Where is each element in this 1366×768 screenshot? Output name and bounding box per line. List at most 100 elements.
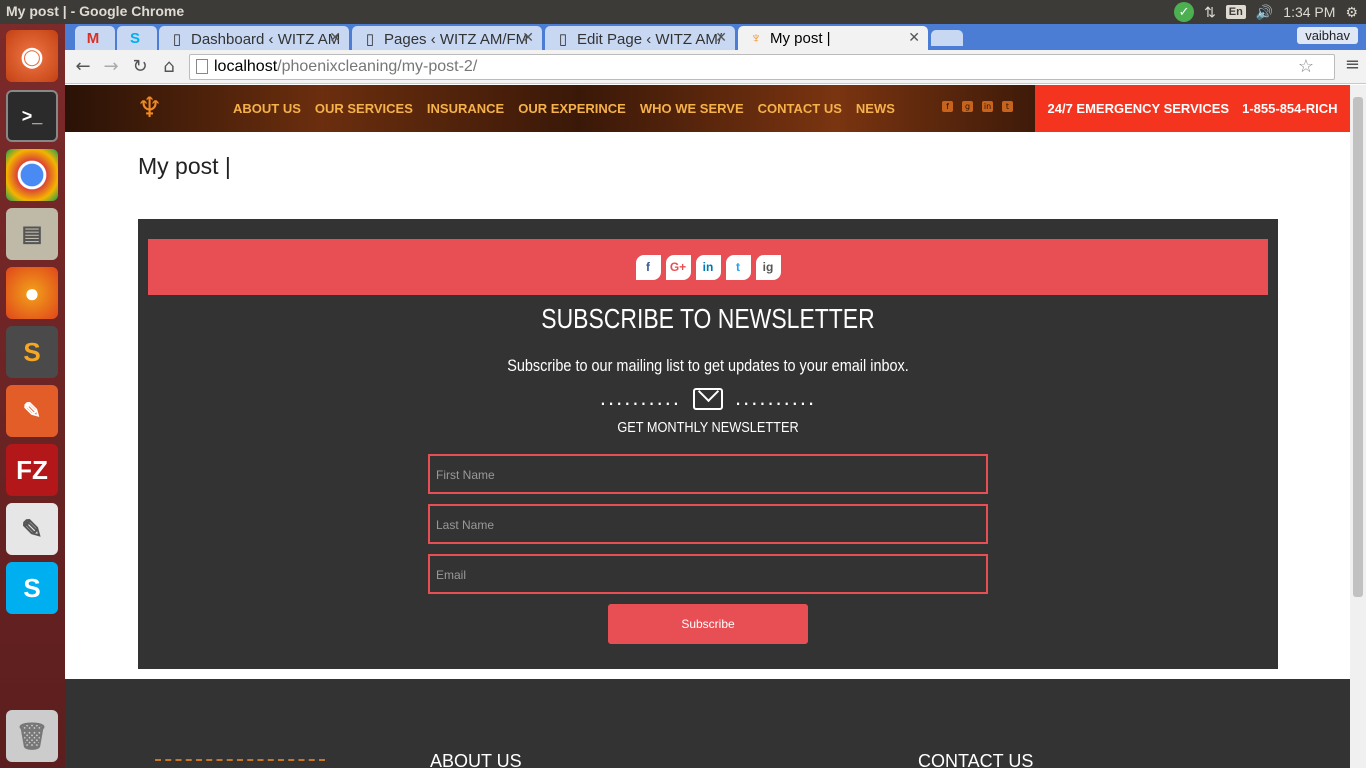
- new-tab-button[interactable]: [931, 30, 963, 46]
- tab-my-post[interactable]: ♆ My post | ✕: [738, 26, 928, 50]
- newsletter-heading: SUBSCRIBE TO NEWSLETTER: [541, 303, 875, 334]
- tab-label: Pages ‹ WITZ AM/FM: [384, 31, 529, 48]
- scrollbar-thumb[interactable]: [1353, 97, 1363, 597]
- nav-contact-us[interactable]: CONTACT US: [758, 101, 842, 116]
- system-tray: ✓ ⇅ En 🔊 1:34 PM ⚙: [1174, 0, 1366, 24]
- sublime-text-icon[interactable]: S: [6, 326, 58, 378]
- subscribe-button[interactable]: Subscribe: [608, 604, 808, 644]
- skype-icon[interactable]: S: [6, 562, 58, 614]
- phone-number[interactable]: 1-855-854-RICH: [1242, 101, 1337, 116]
- google-plus-icon[interactable]: g: [962, 101, 973, 112]
- firefox-icon[interactable]: ●: [6, 267, 58, 319]
- page-icon: ▯: [172, 31, 182, 48]
- tab-edit-page[interactable]: ▯ Edit Page ‹ WITZ AM/✕: [545, 26, 735, 50]
- linkedin-icon[interactable]: in: [982, 101, 993, 112]
- volume-icon[interactable]: 🔊: [1256, 4, 1273, 21]
- page-scrollbar[interactable]: [1350, 85, 1366, 768]
- site-footer: ABOUT US CONTACT US: [65, 679, 1350, 768]
- close-icon[interactable]: ✕: [329, 29, 341, 46]
- emergency-bar: 24/7 EMERGENCY SERVICES 1-855-854-RICH: [1035, 85, 1350, 132]
- twitter-icon[interactable]: t: [1002, 101, 1013, 112]
- page-icon: ▯: [558, 31, 568, 48]
- phoenix-logo-icon[interactable]: ♆: [137, 91, 162, 124]
- close-icon[interactable]: ✕: [908, 29, 920, 46]
- close-icon[interactable]: ✕: [715, 29, 727, 46]
- tab-dashboard[interactable]: ▯ Dashboard ‹ WITZ AM ✕: [159, 26, 349, 50]
- first-name-field[interactable]: First Name: [428, 454, 988, 494]
- keyboard-layout[interactable]: En: [1225, 5, 1246, 19]
- address-bar[interactable]: localhost/phoenixcleaning/my-post-2/ ☆: [189, 54, 1335, 80]
- email-field[interactable]: Email: [428, 554, 988, 594]
- files-icon[interactable]: ▤: [6, 208, 58, 260]
- back-icon[interactable]: ←: [71, 55, 95, 79]
- window-title: My post | - Google Chrome: [6, 3, 185, 19]
- nav-our-experince[interactable]: OUR EXPERINCE: [518, 101, 626, 116]
- tab-strip: M S ▯ Dashboard ‹ WITZ AM ✕ ▯ Pages ‹ WITZ …: [65, 24, 1366, 50]
- bookmark-star-icon[interactable]: ☆: [1298, 56, 1314, 77]
- menu-icon[interactable]: ≡: [1345, 54, 1360, 75]
- footer-about-heading: ABOUT US: [430, 751, 522, 768]
- chrome-icon[interactable]: [6, 149, 58, 201]
- browser-window: M S ▯ Dashboard ‹ WITZ AM ✕ ▯ Pages ‹ WITZ …: [65, 24, 1366, 768]
- newsletter-social-bar: f G+ in t ig: [148, 239, 1268, 295]
- newsletter-divider: ....................: [138, 385, 1278, 411]
- filezilla-icon[interactable]: FZ: [6, 444, 58, 496]
- profile-button[interactable]: vaibhav: [1297, 27, 1358, 44]
- facebook-icon[interactable]: f: [635, 254, 661, 280]
- twitter-icon[interactable]: t: [725, 254, 751, 280]
- ubuntu-dash-icon[interactable]: ◉: [6, 30, 58, 82]
- update-ok-icon[interactable]: ✓: [1174, 2, 1195, 22]
- terminal-icon[interactable]: >_: [6, 90, 58, 142]
- nav-our-services[interactable]: OUR SERVICES: [315, 101, 413, 116]
- nav-insurance[interactable]: INSURANCE: [427, 101, 504, 116]
- envelope-icon: [693, 388, 723, 411]
- site-header: ♆ ABOUT US OUR SERVICES INSURANCE OUR EX…: [65, 85, 1350, 132]
- forward-icon[interactable]: →: [99, 55, 123, 79]
- reload-icon[interactable]: ↻: [128, 55, 152, 79]
- postman-icon[interactable]: ✎: [6, 385, 58, 437]
- header-social: f g in t: [942, 101, 1013, 112]
- gmail-icon: M: [86, 30, 100, 47]
- tab-label: My post |: [770, 30, 831, 47]
- nav-who-we-serve[interactable]: WHO WE SERVE: [640, 101, 744, 116]
- clock[interactable]: 1:34 PM: [1283, 4, 1335, 20]
- browser-toolbar: ← → ↻ ⌂ localhost/phoenixcleaning/my-pos…: [65, 50, 1366, 84]
- skype-icon: S: [129, 30, 140, 47]
- home-icon[interactable]: ⌂: [157, 55, 181, 79]
- phoenix-icon: ♆: [750, 30, 762, 47]
- close-icon[interactable]: ✕: [522, 29, 534, 46]
- last-name-placeholder: Last Name: [436, 518, 495, 532]
- page-icon: ▯: [365, 31, 375, 48]
- network-icon[interactable]: ⇅: [1204, 4, 1216, 21]
- dots-right: ..........: [735, 385, 817, 410]
- trash-icon[interactable]: 🗑: [6, 710, 58, 762]
- newsletter-section: f G+ in t ig SUBSCRIBE TO NEWSLETTER Sub…: [138, 219, 1278, 669]
- nav-news[interactable]: NEWS: [856, 101, 895, 116]
- tab-label: Dashboard ‹ WITZ AM: [191, 31, 341, 48]
- unity-launcher: ◉ >_ ▤ ● S ✎ FZ ✎ S 🗑: [0, 24, 65, 768]
- linkedin-icon[interactable]: in: [695, 254, 721, 280]
- url-host: localhost: [214, 58, 278, 75]
- tab-skype[interactable]: S: [117, 26, 157, 50]
- footer-logo: [155, 759, 325, 765]
- url-path: /phoenixcleaning/my-post-2/: [277, 58, 478, 75]
- page-title: My post |: [138, 153, 231, 179]
- emergency-label: 24/7 EMERGENCY SERVICES: [1047, 101, 1230, 116]
- footer-contact-heading: CONTACT US: [918, 751, 1034, 768]
- first-name-placeholder: First Name: [436, 468, 495, 482]
- page-icon: [196, 59, 208, 74]
- nav-about-us[interactable]: ABOUT US: [233, 101, 301, 116]
- newsletter-subheading: GET MONTHLY NEWSLETTER: [617, 419, 799, 436]
- text-editor-icon[interactable]: ✎: [6, 503, 58, 555]
- system-top-bar: My post | - Google Chrome ✓ ⇅ En 🔊 1:34 …: [0, 0, 1366, 24]
- tab-gmail[interactable]: M: [75, 26, 115, 50]
- last-name-field[interactable]: Last Name: [428, 504, 988, 544]
- tab-label: Edit Page ‹ WITZ AM/: [577, 31, 723, 48]
- facebook-icon[interactable]: f: [942, 101, 953, 112]
- instagram-icon[interactable]: ig: [755, 254, 781, 280]
- newsletter-description: Subscribe to our mailing list to get upd…: [507, 356, 909, 375]
- settings-gear-icon[interactable]: ⚙: [1345, 4, 1358, 21]
- google-plus-icon[interactable]: G+: [665, 254, 691, 280]
- tab-pages[interactable]: ▯ Pages ‹ WITZ AM/FM ✕: [352, 26, 542, 50]
- dots-left: ..........: [599, 385, 681, 410]
